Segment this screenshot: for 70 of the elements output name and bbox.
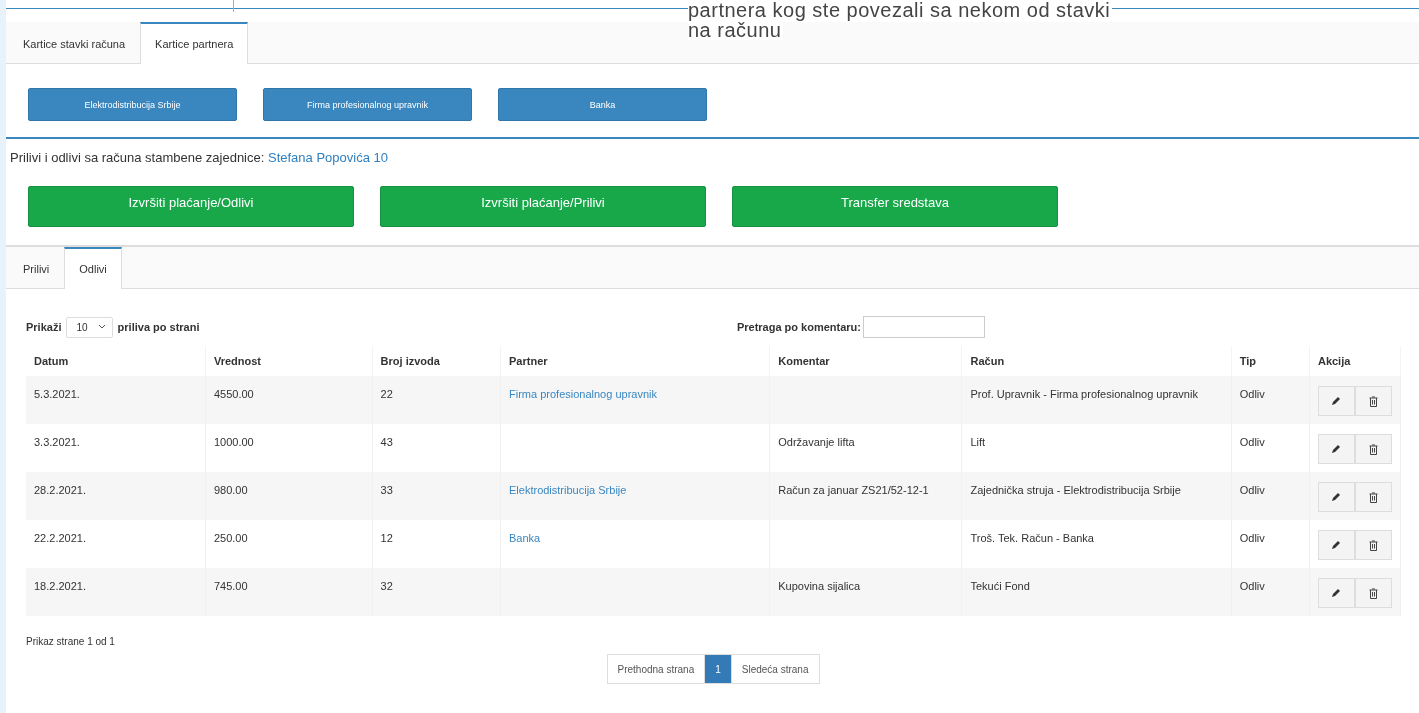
pencil-icon bbox=[1331, 588, 1342, 598]
address-link[interactable]: Stefana Popovića 10 bbox=[268, 150, 388, 165]
marker-line bbox=[233, 0, 234, 12]
trash-icon bbox=[1368, 395, 1378, 407]
payment-button[interactable]: Izvršiti plaćanje/Prilivi bbox=[380, 186, 706, 227]
table-cell: 33 bbox=[380, 484, 393, 496]
length-label: priliva po strani bbox=[117, 321, 200, 333]
table-cell: 3.3.2021. bbox=[34, 436, 80, 448]
table-cell: 43 bbox=[380, 436, 393, 448]
table-cell: Odliv bbox=[1239, 484, 1265, 496]
page-size-select[interactable]: 10 bbox=[66, 316, 113, 338]
table-cell: Lift bbox=[970, 436, 986, 448]
page-button[interactable]: Prethodna strana bbox=[606, 654, 706, 684]
table-cell: 28.2.2021. bbox=[34, 484, 86, 496]
partner-button[interactable]: Elektrodistribucija Srbije bbox=[28, 88, 237, 121]
payment-button[interactable]: Transfer sredstava bbox=[732, 186, 1058, 227]
table-cell: 5.3.2021. bbox=[34, 388, 80, 400]
table-cell: Odliv bbox=[1239, 436, 1265, 448]
table-cell: Račun za januar ZS21/52-12-1 bbox=[778, 484, 929, 496]
trash-icon bbox=[1368, 491, 1378, 503]
partner-button[interactable]: Banka bbox=[498, 88, 707, 121]
table-cell: 18.2.2021. bbox=[34, 580, 86, 592]
heading-text: Prilivi i odlivi sa računa stambene zajednice: Stefana Popovića 10 bbox=[9, 149, 389, 165]
pencil-icon bbox=[1331, 444, 1342, 454]
page-button[interactable]: Sledeća strana bbox=[730, 654, 820, 684]
length-label: Prikaži bbox=[26, 321, 62, 333]
search-field[interactable] bbox=[863, 316, 985, 338]
table-cell: Odliv bbox=[1239, 388, 1265, 400]
partner-link[interactable]: Firma profesionalnog upravnik bbox=[509, 388, 657, 400]
tab[interactable]: Kartice stavki računa bbox=[8, 22, 141, 64]
partner-button[interactable]: Firma profesionalnog upravnik bbox=[263, 88, 472, 121]
table-cell: 1000.00 bbox=[213, 436, 254, 448]
delete-button[interactable] bbox=[1354, 578, 1392, 608]
table-cell: Odliv bbox=[1239, 580, 1265, 592]
table-cell: 980.00 bbox=[213, 484, 248, 496]
table-cell: 745.00 bbox=[213, 580, 248, 592]
page-button[interactable]: 1 bbox=[704, 654, 732, 684]
table-cell: Troš. Tek. Račun - Banka bbox=[970, 532, 1094, 544]
delete-button[interactable] bbox=[1354, 482, 1392, 512]
table-cell: 4550.00 bbox=[213, 388, 254, 400]
pencil-icon bbox=[1331, 396, 1342, 406]
trash-icon bbox=[1368, 587, 1378, 599]
table-cell: Kupovina sijalica bbox=[778, 580, 861, 592]
trash-icon bbox=[1368, 539, 1378, 551]
partner-link[interactable]: Banka bbox=[509, 532, 541, 544]
delete-button[interactable] bbox=[1354, 434, 1392, 464]
table-cell: 12 bbox=[380, 532, 393, 544]
search-label: Pretraga po komentaru: bbox=[736, 321, 861, 333]
table-cell: Odliv bbox=[1239, 532, 1265, 544]
table-cell: 250.00 bbox=[213, 532, 248, 544]
caret-icon bbox=[97, 324, 106, 330]
trash-icon bbox=[1368, 443, 1378, 455]
page-info: Prikaz strane 1 od 1 bbox=[26, 636, 116, 647]
table-cell: Zajednička struja - Elektrodistribucija Srbije bbox=[970, 484, 1181, 496]
table-cell: Održavanje lifta bbox=[778, 436, 855, 448]
table-cell: 22.2.2021. bbox=[34, 532, 86, 544]
partner-link[interactable]: Elektrodistribucija Srbije bbox=[509, 484, 627, 496]
tab[interactable]: Kartice partnera bbox=[140, 22, 249, 64]
pencil-icon bbox=[1331, 540, 1342, 550]
tooltip-text: na računu bbox=[688, 20, 784, 40]
table-cell: Tekući Fond bbox=[970, 580, 1030, 592]
delete-button[interactable] bbox=[1354, 530, 1392, 560]
table-cell: 32 bbox=[380, 580, 393, 592]
table-cell: 22 bbox=[380, 388, 393, 400]
pencil-icon bbox=[1331, 492, 1342, 502]
delete-button[interactable] bbox=[1354, 386, 1392, 416]
tab[interactable]: Prilivi bbox=[8, 247, 65, 289]
tab[interactable]: Odlivi bbox=[64, 247, 122, 289]
payment-button[interactable]: Izvršiti plaćanje/Odlivi bbox=[28, 186, 354, 227]
table-cell: Prof. Upravnik - Firma profesionalnog upravnik bbox=[970, 388, 1198, 400]
